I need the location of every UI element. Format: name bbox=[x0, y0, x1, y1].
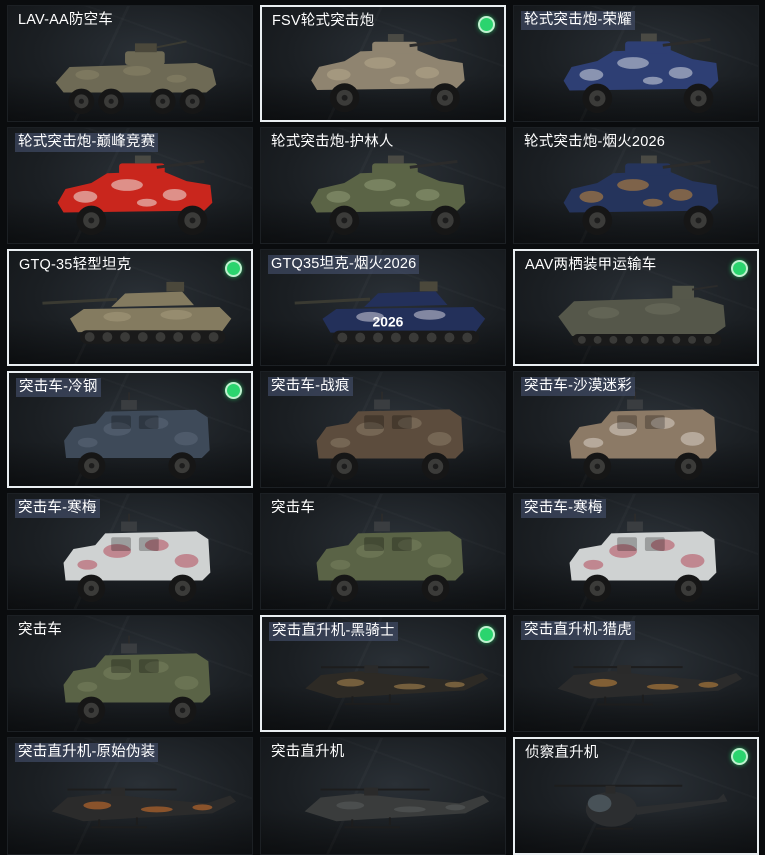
vehicle-name: FSV轮式突击炮 bbox=[272, 13, 375, 29]
vehicle-card-6[interactable]: 轮式突击炮-烟火2026 bbox=[513, 127, 759, 244]
vehicle-card-16[interactable]: 突击车 bbox=[7, 615, 253, 732]
vehicle-card-4[interactable]: 轮式突击炮-巅峰竞赛 bbox=[7, 127, 253, 244]
vehicle-card-18[interactable]: 突击直升机-猎虎 bbox=[513, 615, 759, 732]
vehicle-card-19[interactable]: 突击直升机-原始伪装 bbox=[7, 737, 253, 855]
vehicle-name: 突击直升机-原始伪装 bbox=[15, 743, 159, 762]
vehicle-name: 突击车-战痕 bbox=[268, 377, 353, 396]
vehicle-card-11[interactable]: 突击车-战痕 bbox=[260, 371, 506, 488]
vehicle-name: 突击车-冷钢 bbox=[16, 378, 101, 397]
vehicle-name: 突击车-寒梅 bbox=[521, 499, 606, 518]
vehicle-name: 侦察直升机 bbox=[525, 745, 599, 761]
vehicle-name: 轮式突击炮-护林人 bbox=[271, 134, 394, 150]
vehicle-decal-text: 2026 bbox=[373, 314, 404, 330]
vehicle-name: 突击车 bbox=[271, 500, 316, 516]
vehicle-card-9[interactable]: AAV两栖装甲运输车 bbox=[513, 249, 759, 366]
vehicle-card-13[interactable]: 突击车-寒梅 bbox=[7, 493, 253, 610]
vehicle-name: 轮式突击炮-烟火2026 bbox=[524, 134, 665, 150]
vehicle-card-20[interactable]: 突击直升机 bbox=[260, 737, 506, 855]
vehicle-card-14[interactable]: 突击车 bbox=[260, 493, 506, 610]
vehicle-card-5[interactable]: 轮式突击炮-护林人 bbox=[260, 127, 506, 244]
vehicle-card-10[interactable]: 突击车-冷钢 bbox=[7, 371, 253, 488]
equipped-indicator-icon bbox=[731, 748, 748, 765]
vehicle-card-8[interactable]: 2026 GTQ35坦克-烟火2026 bbox=[260, 249, 506, 366]
vehicle-card-15[interactable]: 突击车-寒梅 bbox=[513, 493, 759, 610]
vehicle-card-1[interactable]: LAV-AA防空车 bbox=[7, 5, 253, 122]
vehicle-card-2[interactable]: FSV轮式突击炮 bbox=[260, 5, 506, 122]
vehicle-card-21[interactable]: 侦察直升机 bbox=[513, 737, 759, 855]
equipped-indicator-icon bbox=[478, 16, 495, 33]
vehicle-card-7[interactable]: GTQ-35轻型坦克 bbox=[7, 249, 253, 366]
equipped-indicator-icon bbox=[731, 260, 748, 277]
vehicle-name: 突击车-寒梅 bbox=[15, 499, 100, 518]
vehicle-name: 突击直升机-黑骑士 bbox=[269, 622, 398, 641]
equipped-indicator-icon bbox=[225, 260, 242, 277]
vehicle-name: 突击车 bbox=[18, 622, 63, 638]
vehicle-card-17[interactable]: 突击直升机-黑骑士 bbox=[260, 615, 506, 732]
vehicle-name: GTQ35坦克-烟火2026 bbox=[268, 255, 420, 274]
vehicle-name: AAV两栖装甲运输车 bbox=[525, 257, 657, 273]
equipped-indicator-icon bbox=[225, 382, 242, 399]
vehicle-name: 突击车-沙漠迷彩 bbox=[521, 377, 635, 396]
vehicle-name: 突击直升机 bbox=[271, 744, 345, 760]
vehicle-name: GTQ-35轻型坦克 bbox=[19, 257, 132, 273]
vehicle-name: 突击直升机-猎虎 bbox=[521, 621, 635, 640]
equipped-indicator-icon bbox=[478, 626, 495, 643]
vehicle-name: 轮式突击炮-荣耀 bbox=[521, 11, 635, 30]
vehicle-card-12[interactable]: 突击车-沙漠迷彩 bbox=[513, 371, 759, 488]
vehicle-name: LAV-AA防空车 bbox=[18, 12, 114, 28]
vehicle-skin-grid: LAV-AA防空车 FSV轮式突击炮 轮式突击炮-荣耀 轮式突击炮-巅峰竞赛 轮… bbox=[0, 0, 765, 855]
vehicle-card-3[interactable]: 轮式突击炮-荣耀 bbox=[513, 5, 759, 122]
vehicle-name: 轮式突击炮-巅峰竞赛 bbox=[15, 133, 159, 152]
